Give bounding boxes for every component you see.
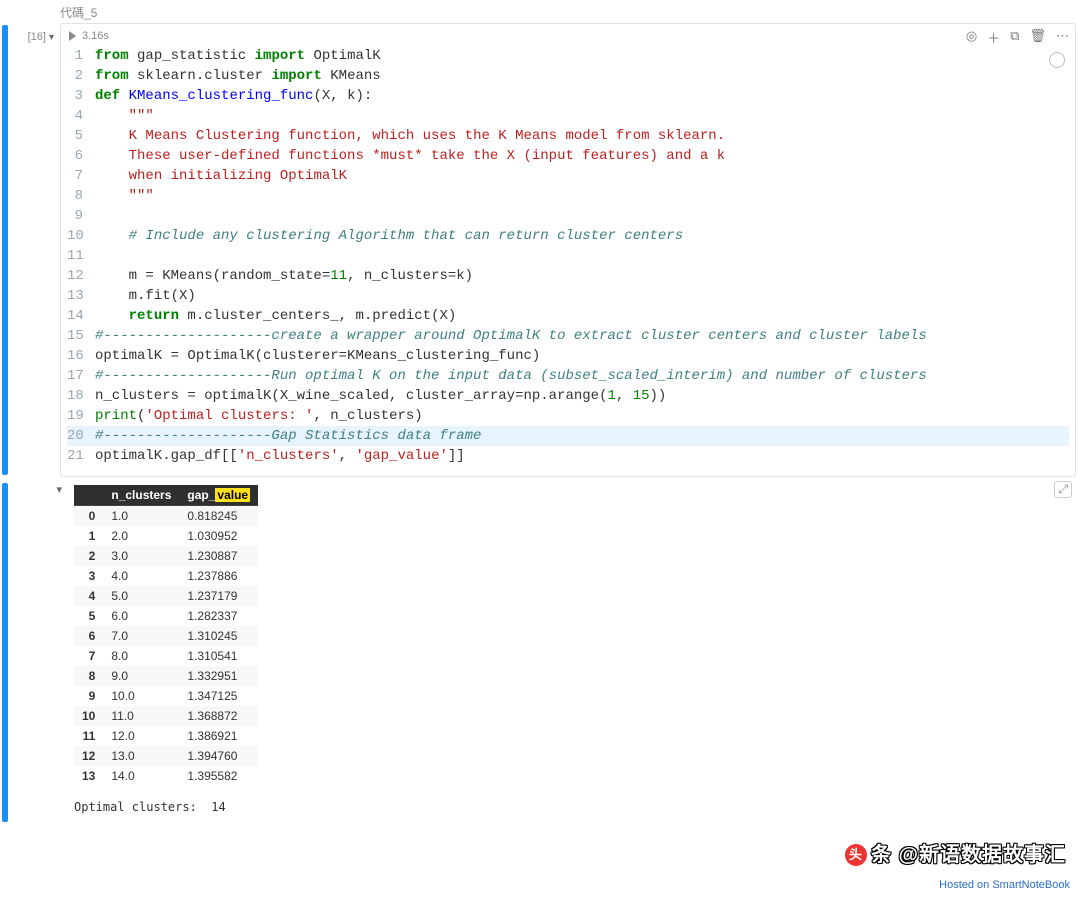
- line-number: 11: [67, 246, 95, 266]
- code-line[interactable]: 18n_clusters = optimalK(X_wine_scaled, c…: [67, 386, 1069, 406]
- table-row: 12.01.030952: [74, 526, 258, 546]
- code-line[interactable]: 11: [67, 246, 1069, 266]
- code-line[interactable]: 4 """: [67, 106, 1069, 126]
- footer-link[interactable]: Hosted on SmartNoteBook: [939, 879, 1070, 891]
- table-row: 1011.01.368872: [74, 706, 258, 726]
- code-cell[interactable]: ◎ ＋ ⧉ 🗑 ⋯ 3.16s 1from gap_statistic impo…: [60, 23, 1076, 477]
- line-number: 5: [67, 126, 95, 146]
- run-button[interactable]: [69, 31, 76, 41]
- more-icon[interactable]: ⋯: [1056, 28, 1069, 47]
- view-icon[interactable]: ◎: [966, 28, 977, 47]
- collapse-output-icon[interactable]: ▾: [56, 483, 62, 824]
- line-number: 20: [67, 426, 95, 446]
- code-line[interactable]: 12 m = KMeans(random_state=11, n_cluster…: [67, 266, 1069, 286]
- code-line[interactable]: 19print('Optimal clusters: ', n_clusters…: [67, 406, 1069, 426]
- output-container: ▾ ⤢ n_clustersgap_value01.00.81824512.01…: [0, 481, 1080, 824]
- code-editor[interactable]: 1from gap_statistic import OptimalK2from…: [61, 44, 1075, 476]
- line-number: 16: [67, 346, 95, 366]
- cell-toolbar: ◎ ＋ ⧉ 🗑 ⋯: [966, 28, 1069, 47]
- output-bar: [2, 483, 8, 822]
- line-number: 3: [67, 86, 95, 106]
- table-row: 45.01.237179: [74, 586, 258, 606]
- code-line[interactable]: 13 m.fit(X): [67, 286, 1069, 306]
- chevron-down-icon[interactable]: ▾: [49, 32, 54, 43]
- watermark: 头条 @新语数据故事汇: [845, 838, 1066, 867]
- line-number: 12: [67, 266, 95, 286]
- line-number: 15: [67, 326, 95, 346]
- line-number: 6: [67, 146, 95, 166]
- code-line[interactable]: 16optimalK = OptimalK(clusterer=KMeans_c…: [67, 346, 1069, 366]
- exec-time: 3.16s: [82, 30, 109, 42]
- table-row: 56.01.282337: [74, 606, 258, 626]
- cell-gutter: [16] ▾: [10, 23, 60, 477]
- code-line[interactable]: 14 return m.cluster_centers_, m.predict(…: [67, 306, 1069, 326]
- table-row: 23.01.230887: [74, 546, 258, 566]
- table-row: 67.01.310245: [74, 626, 258, 646]
- column-header: n_clusters: [103, 485, 179, 506]
- code-line[interactable]: 10 # Include any clustering Algorithm th…: [67, 226, 1069, 246]
- line-number: 18: [67, 386, 95, 406]
- watermark-text: 条 @新语数据故事汇: [871, 844, 1066, 866]
- copy-icon[interactable]: ⧉: [1010, 28, 1019, 47]
- table-row: 78.01.310541: [74, 646, 258, 666]
- column-header: gap_value: [179, 485, 258, 506]
- table-row: 89.01.332951: [74, 666, 258, 686]
- line-number: 21: [67, 446, 95, 466]
- code-line[interactable]: 3def KMeans_clustering_func(X, k):: [67, 86, 1069, 106]
- table-row: 910.01.347125: [74, 686, 258, 706]
- active-cell-bar: [2, 25, 8, 475]
- code-line[interactable]: 6 These user-defined functions *must* ta…: [67, 146, 1069, 166]
- delete-icon[interactable]: 🗑: [1029, 28, 1046, 47]
- add-icon[interactable]: ＋: [987, 28, 1000, 47]
- line-number: 13: [67, 286, 95, 306]
- code-line[interactable]: 21optimalK.gap_df[['n_clusters', 'gap_va…: [67, 446, 1069, 466]
- line-number: 4: [67, 106, 95, 126]
- table-row: 1213.01.394760: [74, 746, 258, 766]
- watermark-logo: 头: [845, 844, 867, 866]
- line-number: 8: [67, 186, 95, 206]
- table-row: 1112.01.386921: [74, 726, 258, 746]
- line-number: 1: [67, 46, 95, 66]
- table-row: 01.00.818245: [74, 506, 258, 527]
- line-number: 2: [67, 66, 95, 86]
- code-line[interactable]: 5 K Means Clustering function, which use…: [67, 126, 1069, 146]
- code-line[interactable]: 20#--------------------Gap Statistics da…: [67, 426, 1069, 446]
- exec-count: [16]: [28, 31, 46, 43]
- code-line[interactable]: 9: [67, 206, 1069, 226]
- line-number: 17: [67, 366, 95, 386]
- stdout-output: Optimal clusters: 14: [74, 786, 1080, 814]
- table-row: 1314.01.395582: [74, 766, 258, 786]
- line-number: 19: [67, 406, 95, 426]
- line-number: 7: [67, 166, 95, 186]
- code-line[interactable]: 15#--------------------create a wrapper …: [67, 326, 1069, 346]
- line-number: 9: [67, 206, 95, 226]
- code-line[interactable]: 7 when initializing OptimalK: [67, 166, 1069, 186]
- code-line[interactable]: 2from sklearn.cluster import KMeans: [67, 66, 1069, 86]
- table-row: 34.01.237886: [74, 566, 258, 586]
- code-line[interactable]: 1from gap_statistic import OptimalK: [67, 46, 1069, 66]
- cell-label: 代碼_5: [0, 0, 1080, 23]
- kernel-status-icon[interactable]: [1049, 52, 1065, 68]
- code-cell-container: [16] ▾ ◎ ＋ ⧉ 🗑 ⋯ 3.16s 1from gap_statist…: [0, 23, 1080, 477]
- line-number: 14: [67, 306, 95, 326]
- line-number: 10: [67, 226, 95, 246]
- dataframe-output: n_clustersgap_value01.00.81824512.01.030…: [74, 485, 258, 786]
- code-line[interactable]: 8 """: [67, 186, 1069, 206]
- output-expand-icon[interactable]: ⤢: [1054, 481, 1072, 498]
- code-line[interactable]: 17#--------------------Run optimal K on …: [67, 366, 1069, 386]
